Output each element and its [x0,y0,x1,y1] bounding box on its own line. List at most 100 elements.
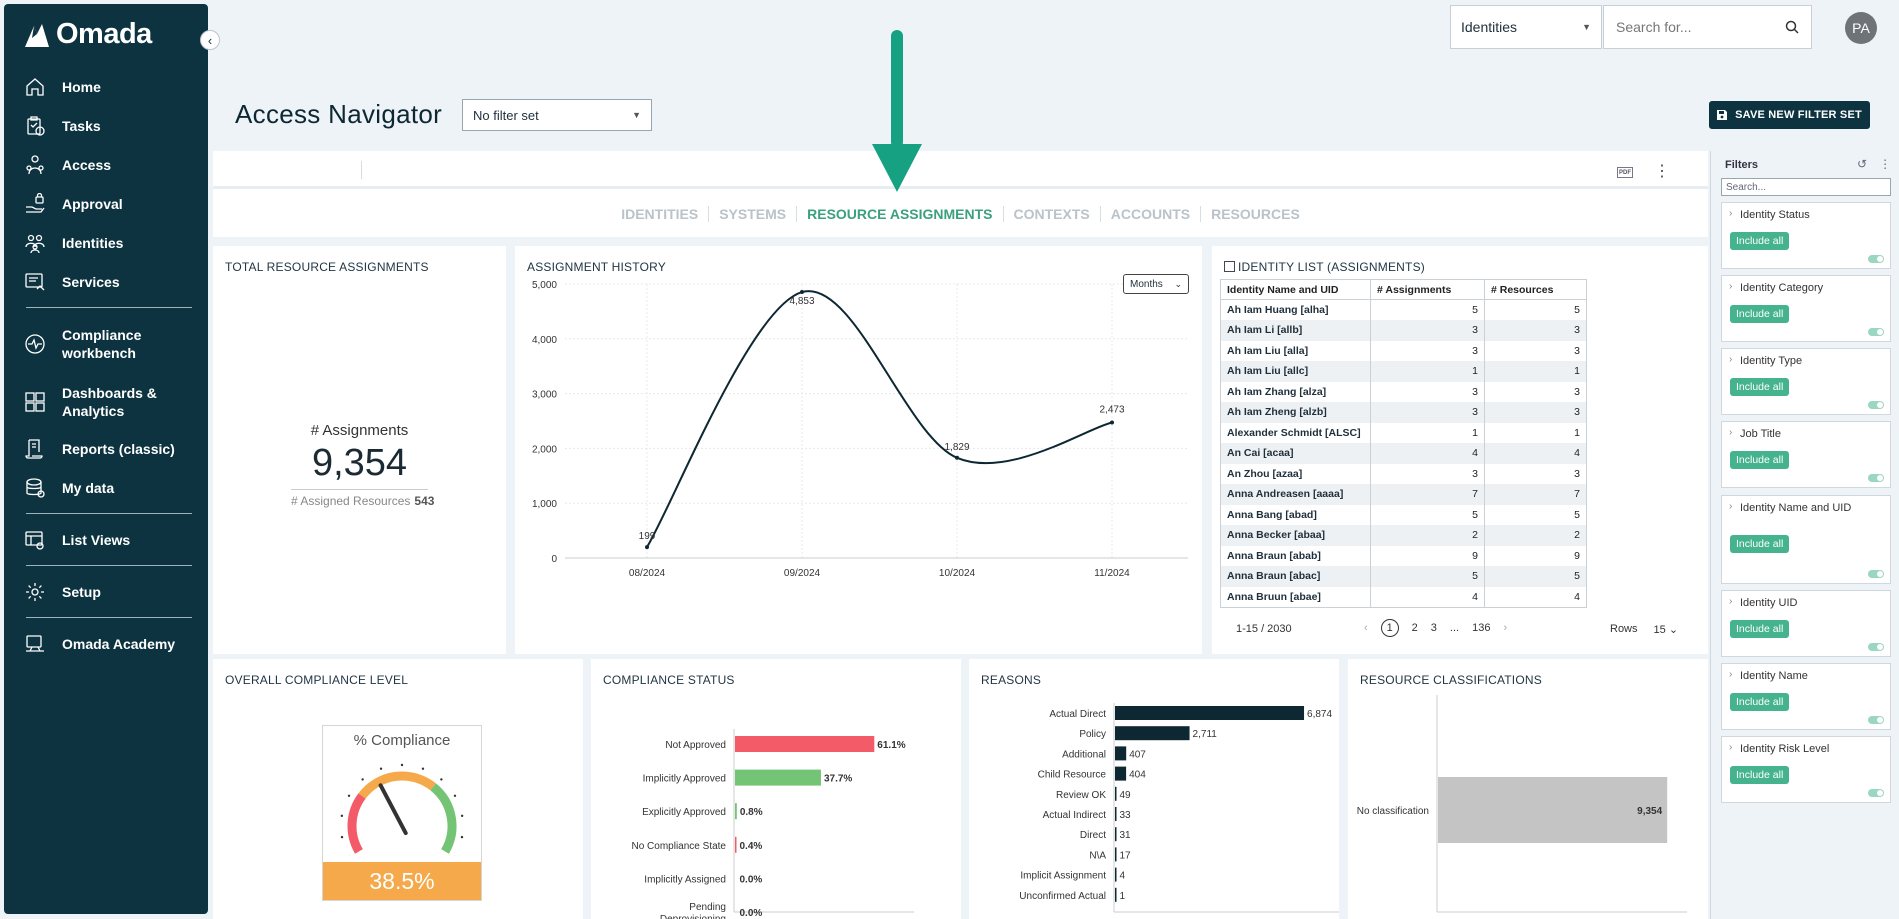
tab-systems[interactable]: SYSTEMS [708,206,796,222]
filter-toggle[interactable] [1868,789,1884,797]
include-all-button[interactable]: Include all [1730,378,1790,396]
search-scope-select[interactable]: Identities ▼ [1450,5,1602,49]
filter-set-select[interactable]: No filter set ▼ [462,99,652,131]
sidebar-item-my-data[interactable]: My data [24,477,182,499]
sidebar-item-dashboards[interactable]: Dashboards & Analytics [24,384,182,420]
chevron-right-icon[interactable]: › [1729,501,1732,512]
search-input[interactable] [1616,19,1766,35]
table-row[interactable]: Ah Iam Liu [alla] 3 3 [1220,340,1587,361]
column-header[interactable]: Identity Name and UID [1220,279,1371,300]
table-row[interactable]: Ah Iam Zhang [alza] 3 3 [1220,381,1587,402]
external-link-icon[interactable] [1224,261,1235,272]
table-row[interactable]: An Zhou [azaa] 3 3 [1220,463,1587,484]
page-button-2[interactable]: 2 [1412,622,1418,634]
sidebar-item-services[interactable]: Services [24,271,182,293]
table-row[interactable]: Alexander Schmidt [ALSC] 1 1 [1220,422,1587,443]
table-row[interactable]: An Cai [acaa] 4 4 [1220,443,1587,464]
table-row[interactable]: Ah Iam Huang [alha] 5 5 [1220,299,1587,320]
chevron-right-icon[interactable]: › [1729,354,1732,365]
more-options-icon[interactable]: ⋮ [1654,164,1670,180]
include-all-button[interactable]: Include all [1730,693,1790,711]
filters-search-input[interactable] [1721,178,1891,196]
include-all-button[interactable]: Include all [1730,305,1790,323]
category-label: N\A [1089,850,1106,861]
y-tick-label: 0 [551,554,557,565]
table-row[interactable]: Anna Braun [abac] 5 5 [1220,566,1587,587]
filter-toggle[interactable] [1868,328,1884,336]
chevron-right-icon[interactable]: › [1729,669,1732,680]
prev-page-button[interactable]: ‹ [1364,622,1368,634]
table-row[interactable]: Anna Braun [abab] 9 9 [1220,545,1587,566]
include-all-button[interactable]: Include all [1730,766,1790,784]
page-button-last[interactable]: 136 [1472,622,1490,634]
filter-name[interactable]: Identity Risk Level [1740,743,1860,756]
tab-resource-assignments[interactable]: RESOURCE ASSIGNMENTS [796,206,1002,222]
period-select[interactable]: Months ⌄ [1123,274,1189,294]
tab-resources[interactable]: RESOURCES [1200,206,1310,222]
category-label: Additional [1062,749,1106,760]
filter-name[interactable]: Identity Name [1740,670,1860,683]
sidebar-item-approval[interactable]: Approval [24,193,182,215]
tab-contexts[interactable]: CONTEXTS [1002,206,1100,222]
include-all-button[interactable]: Include all [1730,535,1790,553]
home-icon [26,78,44,96]
resources-cell: 3 [1484,463,1587,484]
sidebar-item-access[interactable]: Access [24,154,182,176]
include-all-button[interactable]: Include all [1730,451,1790,469]
save-new-filter-set-button[interactable]: SAVE NEW FILTER SET [1709,101,1870,129]
filter-name[interactable]: Identity Status [1740,209,1860,222]
include-all-button[interactable]: Include all [1730,620,1790,638]
table-row[interactable]: Anna Andreasen [aaaa] 7 7 [1220,484,1587,505]
table-row[interactable]: Anna Bang [abad] 5 5 [1220,504,1587,525]
chevron-right-icon[interactable]: › [1729,427,1732,438]
chevron-right-icon[interactable]: › [1729,742,1732,753]
chevron-right-icon[interactable]: › [1729,208,1732,219]
sidebar-item-tasks[interactable]: Tasks [24,115,182,137]
sidebar-item-identities[interactable]: Identities [24,232,182,254]
include-all-button[interactable]: Include all [1730,232,1790,250]
sidebar-item-reports-classic[interactable]: Reports (classic) [24,438,182,460]
table-row[interactable]: Anna Bruun [abae] 4 4 [1220,586,1587,608]
more-options-icon[interactable]: ⋮ [1879,157,1891,171]
reset-icon[interactable]: ↺ [1857,157,1867,171]
page-button-3[interactable]: 3 [1431,622,1437,634]
table-row[interactable]: Anna Becker [abaa] 2 2 [1220,525,1587,546]
table-row[interactable]: Ah Iam Li [allb] 3 3 [1220,320,1587,341]
page-button-1[interactable]: 1 [1380,619,1399,637]
filter-name[interactable]: Identity Category [1740,282,1860,295]
filter-name[interactable]: Job Title [1740,428,1860,441]
filter-toggle[interactable] [1868,255,1884,263]
sidebar-item-list-views[interactable]: List Views [24,529,182,551]
chevron-right-icon[interactable]: › [1729,596,1732,607]
column-header[interactable]: # Assignments [1370,279,1485,300]
sidebar-item-compliance-workbench[interactable]: Compliance workbench [24,326,182,362]
chevron-right-icon[interactable]: › [1729,281,1732,292]
table-row[interactable]: Ah Iam Liu [allc] 1 1 [1220,361,1587,382]
filter-name[interactable]: Identity Name and UID [1740,502,1860,515]
filter-toggle[interactable] [1868,570,1884,578]
sidebar-item-omada-academy[interactable]: Omada Academy [24,633,182,655]
caret-down-icon: ▼ [1582,22,1591,32]
rows-per-page-select[interactable]: 15 ⌄ [1654,623,1679,636]
collapse-sidebar-button[interactable]: ‹ [200,30,220,50]
global-search[interactable] [1603,5,1812,49]
filter-name[interactable]: Identity UID [1740,597,1860,610]
filter-toggle[interactable] [1868,401,1884,409]
filter-toggle[interactable] [1868,643,1884,651]
search-icon[interactable] [1785,20,1799,34]
user-avatar[interactable]: PA [1845,12,1877,44]
tab-accounts[interactable]: ACCOUNTS [1099,206,1200,222]
filter-toggle[interactable] [1868,474,1884,482]
next-page-button[interactable]: › [1503,622,1507,634]
column-header[interactable]: # Resources [1484,279,1587,300]
gauge-band [358,771,436,799]
sidebar-item-setup[interactable]: Setup [24,581,182,603]
filter-toggle[interactable] [1868,716,1884,724]
table-row[interactable]: Ah Iam Zheng [alzb] 3 3 [1220,402,1587,423]
tab-identities[interactable]: IDENTITIES [611,206,708,222]
filter-name[interactable]: Identity Type [1740,355,1860,368]
sidebar-item-home[interactable]: Home [24,76,182,98]
omada-logo[interactable]: Omada [22,18,152,51]
filter-box: › Job Title Include all [1721,421,1891,488]
pdf-export-icon[interactable]: PDF [1617,167,1633,178]
